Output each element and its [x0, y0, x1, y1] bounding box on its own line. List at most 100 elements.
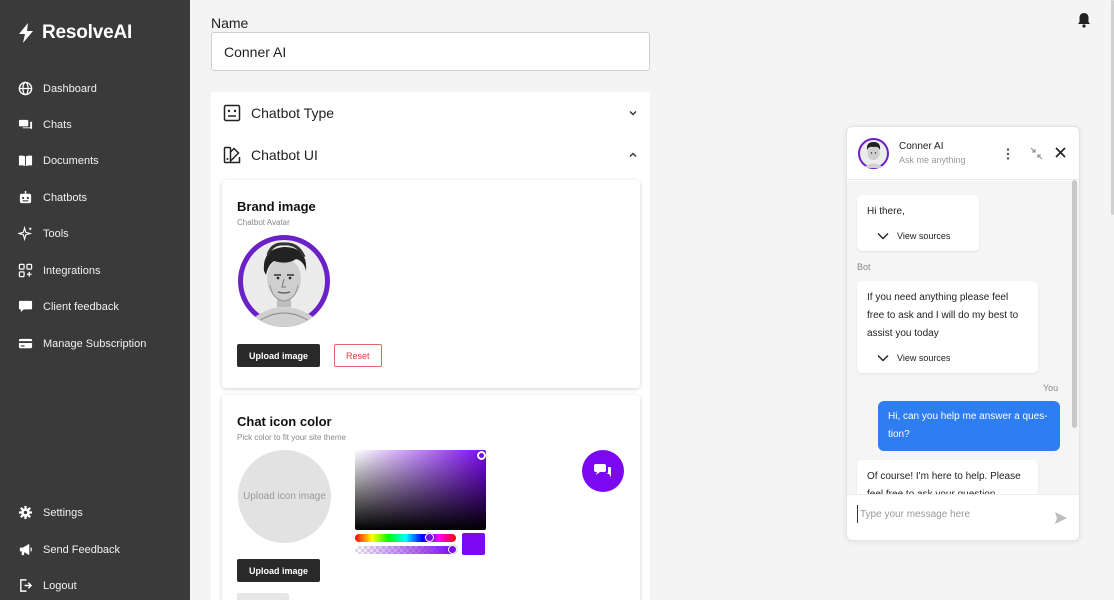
chat-header: Conner AI Ask me anything: [847, 127, 1079, 180]
close-icon[interactable]: [1054, 146, 1067, 159]
sidebar-item-settings[interactable]: Settings: [18, 505, 83, 520]
message-line: Of course! I'm here to help. Please: [867, 471, 1021, 482]
megaphone-icon: [19, 543, 32, 556]
sidebar-item-logout[interactable]: Logout: [18, 578, 77, 593]
name-input[interactable]: [211, 32, 650, 71]
chat-scrollbar[interactable]: [1072, 180, 1077, 428]
bot-message: Of course! I'm here to help. Please feel…: [857, 460, 1038, 494]
message-line: Hi, can you help me answer a ques-: [888, 411, 1048, 422]
chevron-down-icon: [877, 355, 889, 362]
sidebar-item-client-feedback[interactable]: Client feedback: [18, 299, 119, 314]
chatbot-type-label: Chatbot Type: [251, 105, 335, 121]
globe-icon: [18, 81, 33, 96]
upload-icon-image-button[interactable]: Upload image: [237, 559, 321, 582]
chatbot-ui-accordion[interactable]: Chatbot UI: [211, 134, 650, 176]
message-text: Hi there,: [867, 206, 905, 217]
sidebar-item-label: Manage Subscription: [43, 337, 147, 350]
chevron-up-icon[interactable]: [628, 150, 638, 160]
selected-color-swatch: [462, 533, 485, 555]
brand-image-card: Brand image Chatbot Avatar Upload image …: [222, 180, 640, 388]
reset-brand-image-button[interactable]: Reset: [334, 344, 382, 367]
sidebar-item-label: Client feedback: [43, 300, 119, 313]
palette-icon: [223, 146, 241, 164]
sidebar-item-label: Settings: [43, 506, 83, 519]
brand-image-title: Brand image: [237, 199, 316, 214]
message-line: tion?: [888, 429, 910, 440]
more-vertical-icon[interactable]: [1005, 147, 1011, 161]
chatbot-type-accordion[interactable]: Chatbot Type: [211, 92, 650, 135]
name-label: Name: [211, 15, 249, 31]
sidebar-item-chats[interactable]: Chats: [18, 117, 72, 132]
chatbot-ui-label: Chatbot UI: [251, 147, 318, 163]
sidebar-item-label: Tools: [43, 227, 69, 240]
color-saturation-picker[interactable]: [355, 450, 486, 530]
lightning-icon: [19, 23, 33, 43]
person-avatar-icon: [860, 140, 887, 168]
sidebar-item-label: Chatbots: [43, 191, 88, 204]
sidebar-item-dashboard[interactable]: Dashboard: [18, 81, 97, 96]
sidebar-item-manage-subscription[interactable]: Manage Subscription: [18, 336, 146, 351]
sidebar-item-integrations[interactable]: Integrations: [18, 263, 100, 278]
chat-bubbles-icon: [594, 464, 611, 477]
sender-label-bot: Bot: [857, 262, 871, 272]
chat-input-bar: [847, 494, 1079, 540]
sparkle-icon: [18, 226, 33, 241]
sidebar: ResolveAI Dashboard Chats Documents Chat…: [0, 0, 190, 600]
grid-plus-icon: [18, 263, 33, 278]
book-icon: [18, 155, 33, 167]
hue-slider[interactable]: [355, 534, 456, 542]
view-sources-toggle[interactable]: View sources: [877, 349, 1028, 367]
bot-message: Hi there, View sources: [857, 195, 979, 251]
bot-avatar: [858, 138, 889, 169]
message-line: assist you today: [867, 328, 939, 339]
logout-icon: [20, 579, 33, 592]
chat-icon-preview[interactable]: [582, 450, 624, 492]
chat-icon-color-title: Chat icon color: [237, 414, 332, 429]
app-name: ResolveAI: [42, 22, 133, 43]
upload-icon-dropzone[interactable]: Upload icon image: [238, 450, 331, 543]
bot-message: If you need anything please feel free to…: [857, 281, 1038, 373]
sender-label-user: You: [1043, 383, 1059, 393]
sidebar-item-label: Send Feedback: [43, 543, 121, 556]
sidebar-item-label: Chats: [43, 118, 72, 131]
view-sources-label: View sources: [897, 353, 951, 363]
gear-icon: [18, 505, 33, 520]
alpha-slider-handle[interactable]: [448, 545, 457, 554]
sidebar-item-chatbots[interactable]: Chatbots: [18, 190, 87, 205]
sidebar-item-label: Integrations: [43, 264, 101, 277]
chevron-down-icon: [877, 233, 889, 240]
upload-brand-image-button[interactable]: Upload image: [237, 344, 321, 367]
sidebar-item-label: Documents: [43, 154, 99, 167]
robot-outline-icon: [223, 104, 241, 122]
alpha-slider[interactable]: [355, 546, 456, 554]
view-sources-toggle[interactable]: View sources: [877, 227, 969, 245]
sidebar-item-label: Logout: [43, 579, 77, 592]
robot-icon: [19, 190, 32, 204]
brand-image-subtitle: Chatbot Avatar: [237, 218, 290, 227]
color-picker-handle[interactable]: [477, 451, 486, 460]
chat-icon-color-subtitle: Pick color to fit your site theme: [237, 433, 346, 442]
bell-icon[interactable]: [1077, 12, 1091, 28]
chat-preview-widget: Conner AI Ask me anything Hi there, View…: [846, 126, 1080, 541]
chatbot-ui-panel: Brand image Chatbot Avatar Upload image …: [211, 176, 650, 600]
hue-slider-handle[interactable]: [425, 533, 434, 542]
save-button-partial[interactable]: [237, 593, 289, 600]
sidebar-item-documents[interactable]: Documents: [18, 153, 99, 168]
send-icon[interactable]: [1054, 511, 1068, 525]
person-avatar-icon: [243, 240, 325, 327]
chat-messages: Hi there, View sources Bot If you need a…: [847, 181, 1079, 494]
brand-avatar: [238, 235, 330, 327]
sidebar-item-label: Dashboard: [43, 82, 97, 95]
chevron-down-icon[interactable]: [628, 108, 638, 118]
card-icon: [18, 338, 33, 349]
app-logo[interactable]: ResolveAI: [18, 22, 132, 44]
message-line: free to ask and I will do my best to: [867, 310, 1019, 321]
chat-icon: [18, 119, 33, 130]
view-sources-label: View sources: [897, 231, 951, 241]
minimize-icon[interactable]: [1030, 147, 1043, 160]
chat-icon-color-card: Chat icon color Pick color to fit your s…: [222, 395, 640, 600]
message-line: If you need anything please feel: [867, 292, 1009, 303]
message-input[interactable]: [857, 505, 1047, 523]
sidebar-item-send-feedback[interactable]: Send Feedback: [18, 542, 120, 557]
sidebar-item-tools[interactable]: Tools: [18, 226, 69, 241]
